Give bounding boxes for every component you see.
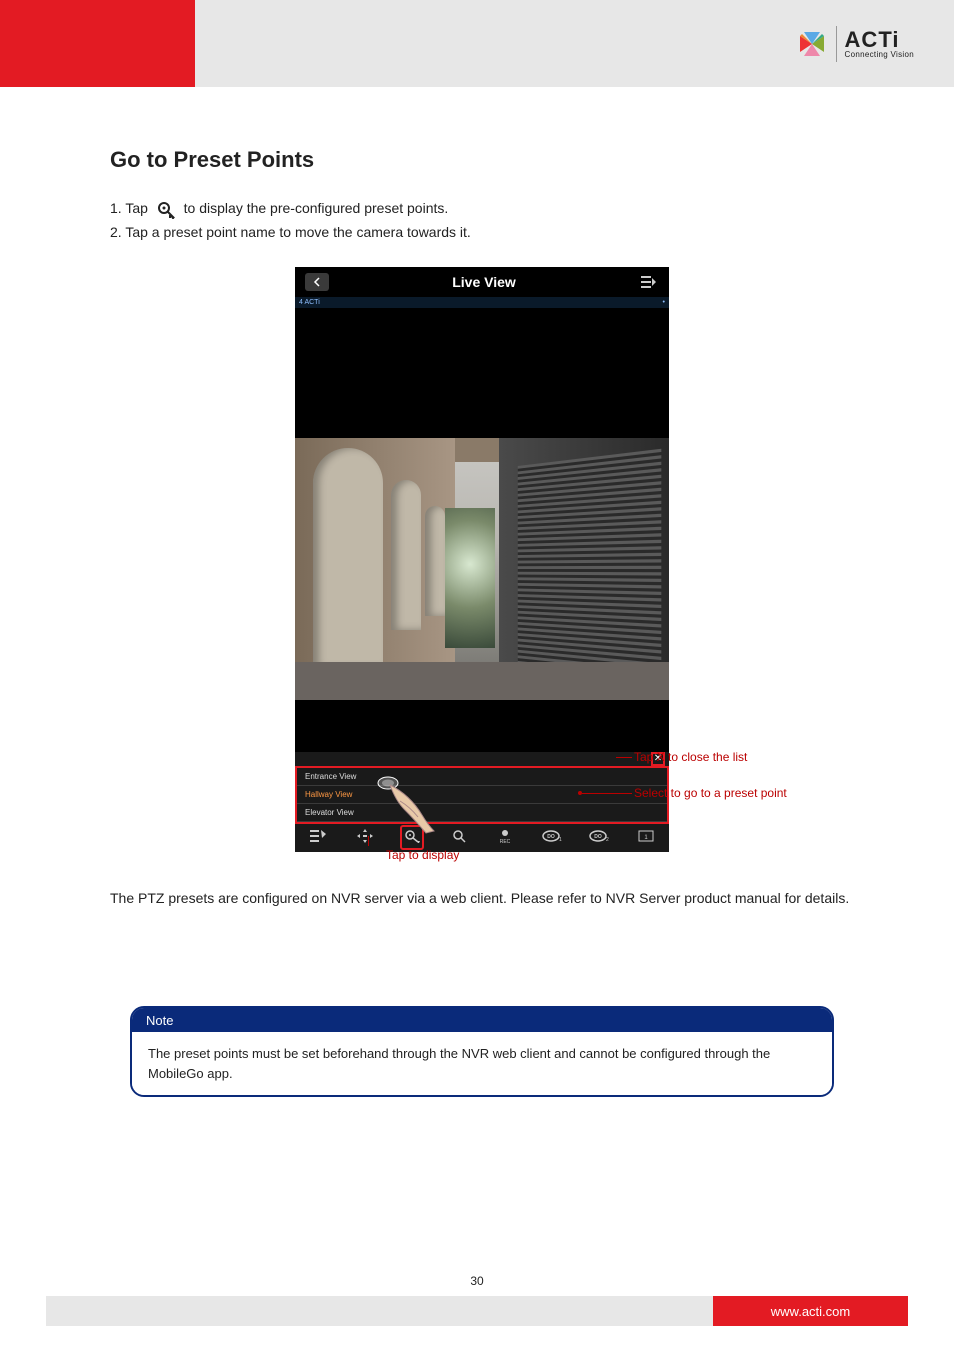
camera-label: 4 ACTi [299,299,320,306]
preset-item[interactable]: Elevator View [297,804,667,822]
footer: www.acti.com [46,1296,908,1326]
toolbar-list-icon[interactable] [306,830,330,845]
svg-text:1: 1 [559,837,562,843]
camera-live-view[interactable] [295,438,669,700]
preset-points-icon [156,199,176,219]
toolbar-preset-icon[interactable] [400,825,424,850]
callout-preset: Select to go to a preset point [634,786,787,800]
toolbar-zoom-icon[interactable] [447,829,471,846]
video-letterbox-bottom [295,700,669,752]
footer-gray-block [46,1296,713,1326]
preset-list-close-row: ✕ [295,752,669,766]
preset-item[interactable]: Entrance View [297,768,667,786]
note-box: Note The preset points must be set befor… [130,1006,834,1097]
phone-screenshot: Live View 4 ACTi • [295,267,669,829]
phone-header: Live View [295,267,669,297]
preset-item[interactable]: Hallway View [297,786,667,804]
video-letterbox-top [295,308,669,438]
note-title: Note [132,1008,832,1032]
header-red-block [0,0,195,87]
acti-logo-icon [796,28,828,60]
header-gray-block: ACTi Connecting Vision [195,0,954,87]
svg-text:1: 1 [644,835,648,841]
toolbar-do2-icon[interactable]: DO 2 [587,829,611,846]
camera-label-dot: • [663,299,665,306]
callout-close-x: Tap X to close the list [634,750,747,764]
back-button[interactable] [305,273,329,291]
toolbar-layout-icon[interactable]: 1 [634,830,658,845]
phone-toolbar: REC DO 1 DO 2 1 [295,824,669,852]
page-number: 30 [470,1274,483,1288]
body-text: 1. Tap to display the pre-configured pre… [110,197,854,245]
step-2: 2. Tap a preset point name to move the c… [110,224,471,240]
svg-text:REC: REC [500,839,511,844]
brand-name: ACTi [845,29,914,51]
note-body: The preset points must be set beforehand… [132,1032,832,1095]
footer-url: www.acti.com [713,1296,908,1326]
toolbar-do1-icon[interactable]: DO 1 [540,829,564,846]
header-bar: ACTi Connecting Vision [0,0,954,87]
camera-label-bar: 4 ACTi • [295,297,669,308]
phone-header-menu-icon[interactable] [639,274,659,290]
page-content: Go to Preset Points 1. Tap to display th… [0,87,954,1097]
toolbar-rec-icon[interactable]: REC [493,828,517,847]
paragraph: The PTZ presets are configured on NVR se… [110,887,854,911]
phone-screen-title: Live View [452,274,516,290]
toolbar-ptz-icon[interactable] [353,829,377,846]
step-1-post: to display the pre-configured preset poi… [184,200,449,216]
svg-text:DO: DO [594,834,602,840]
callout-tap-display: Tap to display [386,848,459,862]
step-1-pre: 1. Tap [110,200,148,216]
svg-text:2: 2 [606,837,609,843]
brand-logo: ACTi Connecting Vision [796,26,914,62]
svg-text:DO: DO [547,834,555,840]
preset-points-list: Entrance View Hallway View Elevator View [295,766,669,824]
brand-tagline: Connecting Vision [845,51,914,59]
section-heading: Go to Preset Points [110,147,854,173]
